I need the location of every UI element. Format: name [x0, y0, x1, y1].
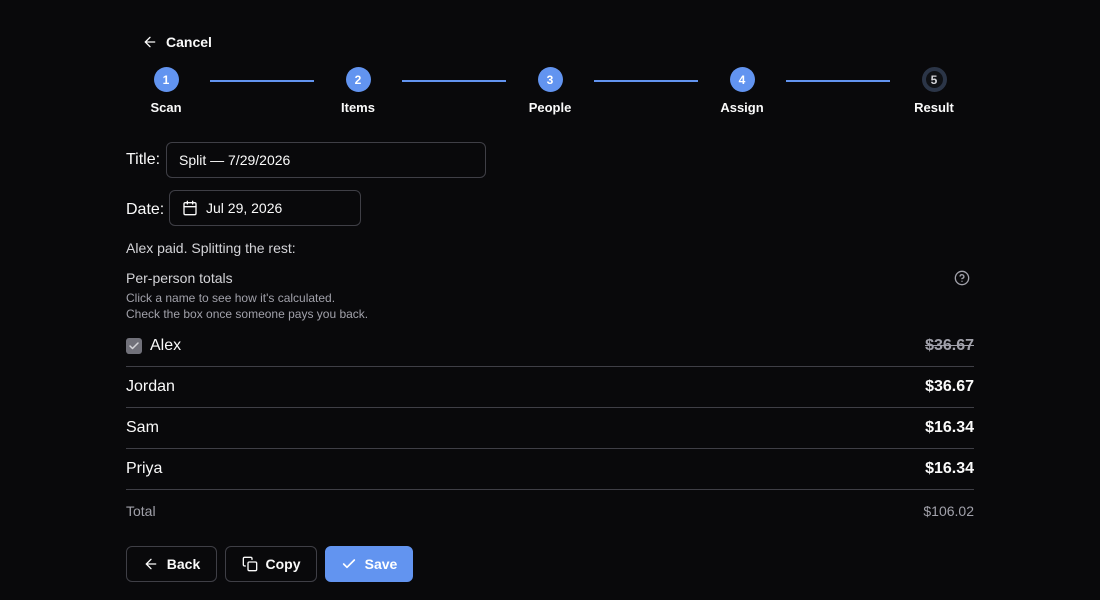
check-icon: [342, 559, 355, 569]
paid-note: Alex paid. Splitting the rest:: [126, 240, 296, 256]
arrow-left-icon: [144, 36, 156, 48]
copy-button[interactable]: Copy: [225, 546, 317, 582]
title-label: Title:: [126, 151, 161, 168]
person-info: Alex: [126, 337, 181, 355]
step-result[interactable]: 5 Result: [894, 67, 974, 115]
step-scan[interactable]: 1 Scan: [126, 67, 206, 115]
title-input[interactable]: [166, 142, 486, 178]
person-name: Jordan: [126, 378, 175, 395]
help-circle-icon[interactable]: [954, 270, 970, 286]
person-amount: $16.34: [925, 460, 974, 477]
person-name: Sam: [126, 419, 159, 436]
person-name: Alex: [150, 337, 182, 354]
step-label: Scan: [150, 100, 182, 115]
step-assign[interactable]: 4 Assign: [702, 67, 782, 115]
totals-heading: Per-person totals: [126, 270, 233, 286]
step-label: Items: [341, 100, 375, 115]
step-connector: [402, 80, 506, 82]
date-picker[interactable]: Jul 29, 2026: [169, 190, 361, 226]
check-icon: [129, 342, 139, 350]
save-label: Save: [364, 556, 398, 572]
save-button[interactable]: Save: [325, 546, 413, 582]
person-row-priya[interactable]: Priya $16.34: [126, 449, 974, 490]
total-label: Total: [126, 503, 156, 519]
back-button[interactable]: Back: [126, 546, 217, 582]
step-number: 3: [537, 67, 563, 92]
step-items[interactable]: 2 Items: [318, 67, 398, 115]
cancel-label: Cancel: [166, 34, 212, 50]
person-row-alex[interactable]: Alex $36.67: [126, 326, 974, 367]
step-label: Result: [914, 100, 954, 115]
step-people[interactable]: 3 People: [510, 67, 590, 115]
date-value: Jul 29, 2026: [206, 200, 283, 216]
total-row: Total $106.02: [126, 503, 974, 519]
step-connector: [594, 80, 698, 82]
step-label: People: [528, 100, 572, 115]
step-number: 2: [345, 67, 371, 92]
step-label: Assign: [720, 100, 764, 115]
split-result-page: Cancel 1 Scan 2 Items 3 People 4 Assign …: [0, 0, 1100, 600]
step-connector: [786, 80, 890, 82]
total-value: $106.02: [923, 503, 974, 519]
date-label: Date:: [126, 201, 165, 218]
step-number: 1: [153, 67, 179, 92]
person-amount: $36.67: [925, 378, 974, 395]
person-name: Priya: [126, 460, 163, 477]
calendar-icon: [183, 200, 197, 216]
hint-text: Click a name to see how it's calculated.: [126, 291, 336, 305]
person-amount: $36.67: [925, 337, 974, 354]
arrow-left-icon: [145, 558, 157, 570]
copy-icon: [242, 556, 257, 572]
step-number: 5: [921, 67, 947, 92]
step-connector: [210, 80, 314, 82]
copy-label: Copy: [265, 556, 301, 572]
cancel-button[interactable]: Cancel: [142, 32, 212, 52]
person-row-sam[interactable]: Sam $16.34: [126, 408, 974, 449]
person-row-jordan[interactable]: Jordan $36.67: [126, 367, 974, 408]
person-amount: $16.34: [925, 419, 974, 436]
paid-back-checkbox[interactable]: [126, 338, 142, 354]
hint-text: Check the box once someone pays you back…: [126, 307, 369, 321]
back-label: Back: [166, 556, 201, 572]
step-number: 4: [729, 67, 755, 92]
